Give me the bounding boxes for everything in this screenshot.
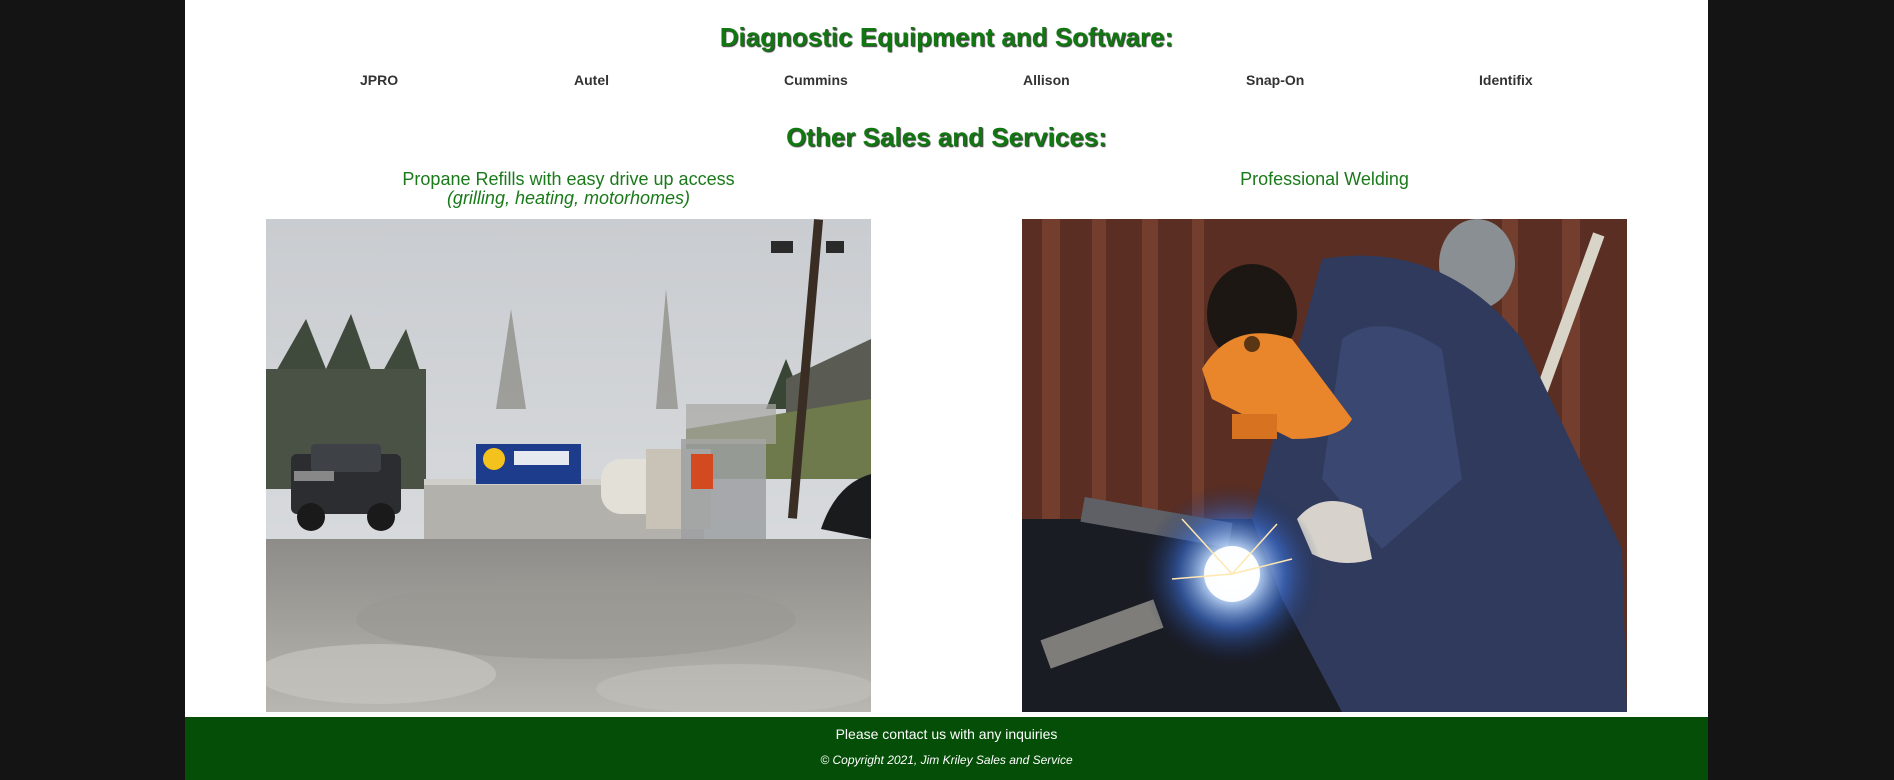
brand-allison: Allison [1023, 72, 1070, 88]
service-propane-label-block: Propane Refills with easy drive up acces… [266, 170, 871, 219]
welder-at-work-photo [1022, 219, 1627, 712]
service-welding: Professional Welding [1022, 170, 1627, 712]
service-propane-sublabel: (grilling, heating, motorhomes) [446, 188, 691, 208]
brand-snap-on: Snap-On [1246, 72, 1305, 88]
diagnostic-brand-list: JPRO Autel Cummins Allison Snap-On Ident… [185, 72, 1708, 92]
brand-autel: Autel [574, 72, 609, 88]
other-services-title: Other Sales and Services: [786, 122, 1107, 152]
site-footer: Please contact us with any inquiries © C… [185, 717, 1708, 780]
diagnostic-title: Diagnostic Equipment and Software: [719, 22, 1174, 52]
footer-copyright: © Copyright 2021, Jim Kriley Sales and S… [820, 753, 1073, 767]
brand-identifix: Identifix [1479, 72, 1533, 88]
service-propane: Propane Refills with easy drive up acces… [266, 170, 871, 712]
main-page: Diagnostic Equipment and Software: JPRO … [185, 0, 1708, 780]
brand-jpro: JPRO [360, 72, 399, 88]
brand-cummins: Cummins [784, 72, 848, 88]
propane-station-photo [266, 219, 871, 712]
service-welding-label-block: Professional Welding [1022, 170, 1627, 219]
service-propane-label: Propane Refills with easy drive up acces… [402, 169, 735, 189]
service-welding-label: Professional Welding [1240, 169, 1409, 189]
footer-contact-text: Please contact us with any inquiries [835, 726, 1058, 742]
